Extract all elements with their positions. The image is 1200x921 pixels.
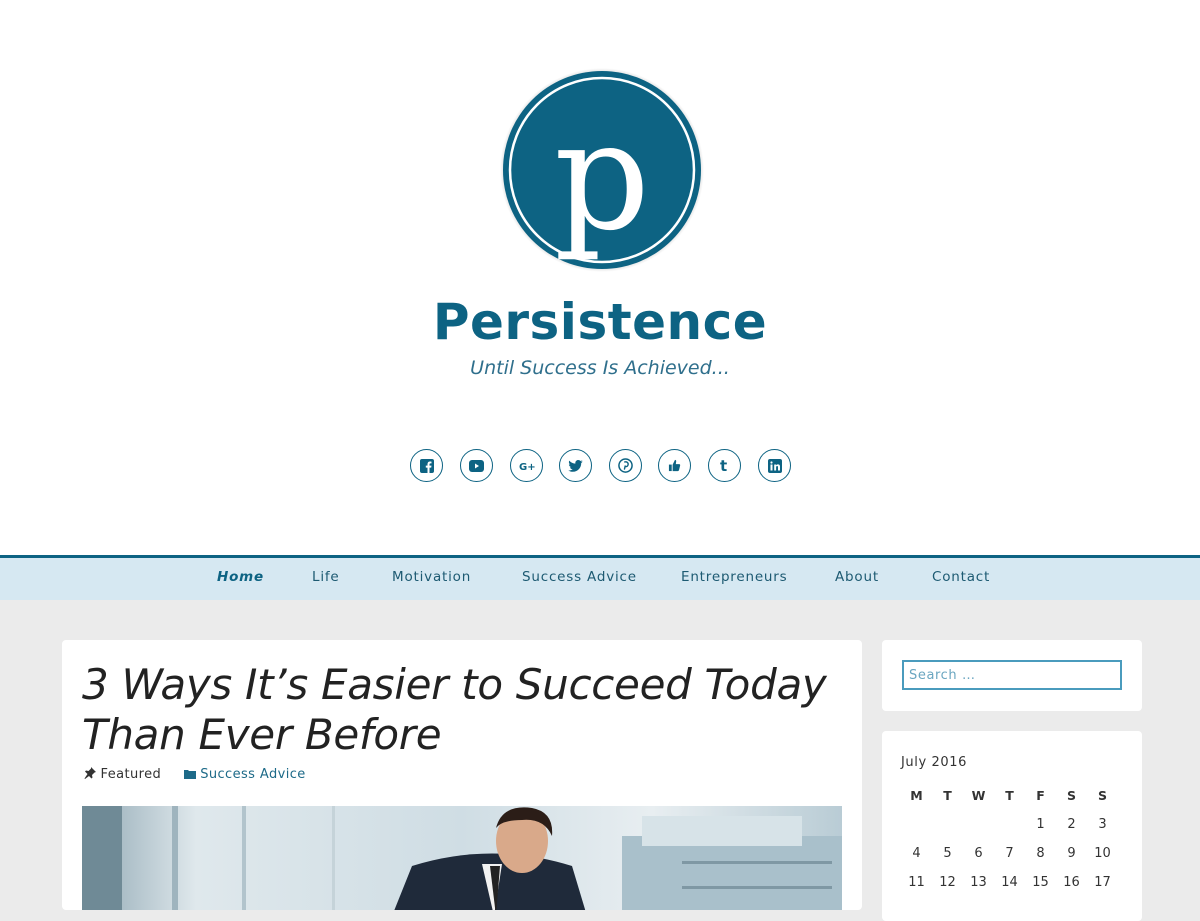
weekday-header: S xyxy=(1097,788,1107,803)
calendar-week: 11 12 13 14 15 16 17 xyxy=(901,868,1118,897)
office-photo xyxy=(82,806,842,910)
calendar-day xyxy=(932,810,963,839)
post-title-line1[interactable]: 3 Ways It’s Easier to Succeed Today xyxy=(82,660,827,709)
calendar-week: 1 2 3 xyxy=(901,810,1118,839)
svg-text:G+: G+ xyxy=(519,462,535,472)
meta-category-link[interactable]: Success Advice xyxy=(200,767,305,782)
calendar-day: 13 xyxy=(970,875,987,890)
twitter-link[interactable] xyxy=(559,449,592,482)
site-tagline: Until Success Is Achieved... xyxy=(470,357,730,379)
linkedin-icon xyxy=(767,458,782,473)
site-title[interactable]: Persistence xyxy=(0,290,1200,354)
search-widget xyxy=(882,640,1142,711)
calendar-day: 14 xyxy=(1001,875,1018,890)
site-header: p Persistence Until Success Is Achieved.… xyxy=(0,0,1200,555)
youtube-link[interactable] xyxy=(460,449,493,482)
post-title-line2[interactable]: Than Ever Before xyxy=(82,710,442,759)
pinterest-link[interactable] xyxy=(609,449,642,482)
calendar-table: M T W T F S S 1 2 3 4 5 6 7 8 9 10 11 12… xyxy=(901,781,1118,897)
nav-item-about[interactable]: About xyxy=(835,555,879,600)
search-input[interactable] xyxy=(902,660,1122,690)
site-logo[interactable]: p xyxy=(500,68,704,272)
post-featured-image[interactable] xyxy=(82,806,842,910)
calendar-day xyxy=(994,810,1025,839)
calendar-day xyxy=(963,810,994,839)
meta-featured: Featured xyxy=(100,767,162,782)
calendar-day: 10 xyxy=(1094,846,1111,861)
calendar-day: 8 xyxy=(1036,846,1045,861)
post-title[interactable]: 3 Ways It’s Easier to Succeed Today Than… xyxy=(82,660,842,760)
tumblr-icon: t xyxy=(720,458,727,473)
calendar-day: 3 xyxy=(1098,817,1107,832)
calendar-day: 9 xyxy=(1067,846,1076,861)
nav-item-home[interactable]: Home xyxy=(217,555,264,600)
calendar-week: 4 5 6 7 8 9 10 xyxy=(901,839,1118,868)
calendar-day: 7 xyxy=(1005,846,1014,861)
nav-item-life[interactable]: Life xyxy=(312,555,340,600)
thumbs-up-icon xyxy=(668,459,681,472)
calendar-widget: July 2016 M T W T F S S 1 2 3 4 5 6 7 8 … xyxy=(882,731,1142,921)
social-links: G+ t xyxy=(410,449,800,485)
linkedin-link[interactable] xyxy=(758,449,791,482)
weekday-header: T xyxy=(943,788,952,803)
calendar-day: 5 xyxy=(943,846,952,861)
post-card: 3 Ways It’s Easier to Succeed Today Than… xyxy=(62,640,862,910)
calendar-caption: July 2016 xyxy=(901,755,967,770)
tumblr-link[interactable]: t xyxy=(708,449,741,482)
google-plus-link[interactable]: G+ xyxy=(510,449,543,482)
facebook-link[interactable] xyxy=(410,449,443,482)
nav-item-success-advice[interactable]: Success Advice xyxy=(522,555,637,600)
weekday-header: W xyxy=(971,788,986,803)
weekday-header: M xyxy=(910,788,923,803)
google-plus-icon: G+ xyxy=(519,462,535,472)
thumbs-up-link[interactable] xyxy=(658,449,691,482)
weekday-header: T xyxy=(1005,788,1014,803)
youtube-icon xyxy=(469,459,484,472)
weekday-header: F xyxy=(1036,788,1045,803)
calendar-day: 16 xyxy=(1063,875,1080,890)
pinterest-icon xyxy=(618,458,633,473)
calendar-day: 1 xyxy=(1036,817,1045,832)
calendar-day xyxy=(901,810,932,839)
svg-text:t: t xyxy=(720,458,727,473)
calendar-day: 17 xyxy=(1094,875,1111,890)
nav-active-indicator xyxy=(0,555,1200,558)
folder-icon xyxy=(183,770,196,779)
calendar-day: 6 xyxy=(974,846,983,861)
weekday-header: S xyxy=(1066,788,1076,803)
logo-letter: p xyxy=(554,90,650,264)
nav-item-entrepreneurs[interactable]: Entrepreneurs xyxy=(681,555,787,600)
calendar-day: 12 xyxy=(939,875,956,890)
calendar-day: 4 xyxy=(912,846,921,861)
pin-icon xyxy=(84,767,96,779)
post-meta: Featured Success Advice xyxy=(84,767,306,782)
nav-item-motivation[interactable]: Motivation xyxy=(392,555,471,600)
calendar-day: 11 xyxy=(908,875,925,890)
calendar-day: 15 xyxy=(1032,875,1049,890)
main-navigation: Home Life Motivation Success Advice Entr… xyxy=(0,555,1200,600)
nav-item-contact[interactable]: Contact xyxy=(932,555,990,600)
twitter-icon xyxy=(568,459,583,472)
facebook-icon xyxy=(419,458,434,473)
calendar-day: 2 xyxy=(1067,817,1076,832)
